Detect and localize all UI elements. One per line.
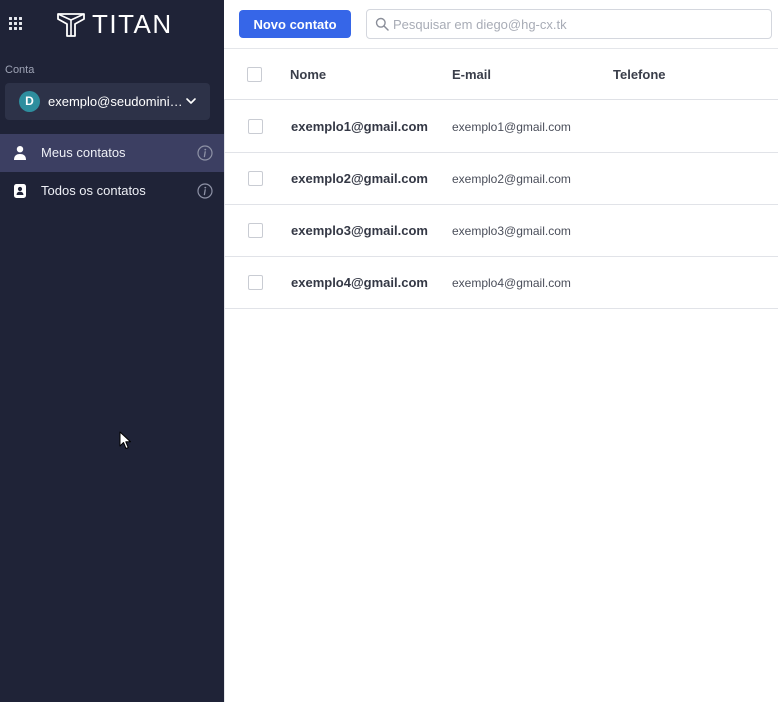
- new-contact-button[interactable]: Novo contato: [239, 10, 351, 38]
- row-checkbox[interactable]: [248, 275, 263, 290]
- search-icon: [375, 17, 389, 31]
- search-input[interactable]: [393, 14, 763, 34]
- table-row[interactable]: exemplo4@gmail.com exemplo4@gmail.com: [224, 257, 778, 309]
- account-selector[interactable]: D exemplo@seudominio.com: [5, 83, 210, 120]
- sidebar: TITAN Conta D exemplo@seudominio.com Meu…: [0, 0, 224, 702]
- sidebar-item-meus-contatos[interactable]: Meus contatos: [0, 134, 224, 172]
- info-icon[interactable]: [197, 183, 213, 199]
- column-header-email[interactable]: E-mail: [452, 67, 491, 83]
- account-label: Conta: [5, 64, 35, 76]
- titan-logo: TITAN: [56, 9, 173, 39]
- sidebar-item-label: Todos os contatos: [41, 183, 146, 198]
- sidebar-header: TITAN: [0, 0, 224, 48]
- mouse-cursor-icon: [119, 431, 131, 449]
- info-icon[interactable]: [197, 145, 213, 161]
- column-header-phone[interactable]: Telefone: [613, 67, 666, 83]
- sidebar-item-label: Meus contatos: [41, 145, 126, 160]
- contact-name: exemplo4@gmail.com: [291, 275, 428, 290]
- table-row[interactable]: exemplo1@gmail.com exemplo1@gmail.com: [224, 101, 778, 153]
- search-box[interactable]: [366, 9, 772, 39]
- column-header-name[interactable]: Nome: [290, 67, 326, 83]
- avatar: D: [19, 91, 40, 112]
- select-all-checkbox[interactable]: [247, 67, 262, 82]
- row-checkbox[interactable]: [248, 119, 263, 134]
- contacts-list: exemplo1@gmail.com exemplo1@gmail.com ex…: [224, 101, 778, 309]
- table-row[interactable]: exemplo3@gmail.com exemplo3@gmail.com: [224, 205, 778, 257]
- person-icon: [14, 146, 26, 160]
- table-row[interactable]: exemplo2@gmail.com exemplo2@gmail.com: [224, 153, 778, 205]
- contact-email: exemplo3@gmail.com: [452, 224, 571, 238]
- table-header: Nome E-mail Telefone: [224, 48, 778, 100]
- contact-book-icon: [14, 184, 26, 198]
- contact-name: exemplo2@gmail.com: [291, 171, 428, 186]
- account-email: exemplo@seudominio.com: [48, 94, 184, 109]
- chevron-down-icon: [186, 98, 196, 104]
- logo-text: TITAN: [92, 9, 173, 39]
- contact-name: exemplo3@gmail.com: [291, 223, 428, 238]
- row-checkbox[interactable]: [248, 171, 263, 186]
- contact-email: exemplo1@gmail.com: [452, 120, 571, 134]
- contact-email: exemplo2@gmail.com: [452, 172, 571, 186]
- contact-email: exemplo4@gmail.com: [452, 276, 571, 290]
- contact-name: exemplo1@gmail.com: [291, 119, 428, 134]
- row-checkbox[interactable]: [248, 223, 263, 238]
- toolbar: Novo contato: [224, 0, 778, 48]
- app-grid-icon[interactable]: [8, 16, 24, 32]
- sidebar-item-todos-os-contatos[interactable]: Todos os contatos: [0, 172, 224, 210]
- titan-logo-icon: [57, 13, 85, 37]
